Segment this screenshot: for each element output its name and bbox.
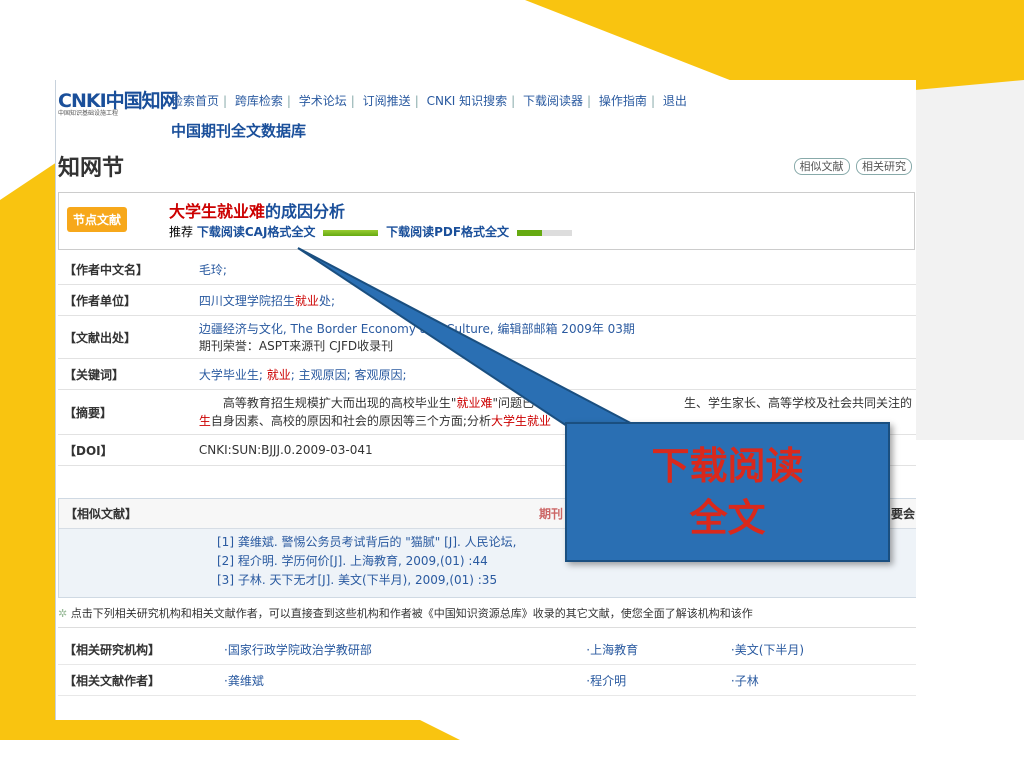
callout-line1: 下载阅读 (651, 444, 804, 488)
callout-pointer (297, 247, 641, 429)
download-callout: 下载阅读 全文 (565, 422, 890, 562)
callout-line2: 全文 (689, 496, 766, 540)
